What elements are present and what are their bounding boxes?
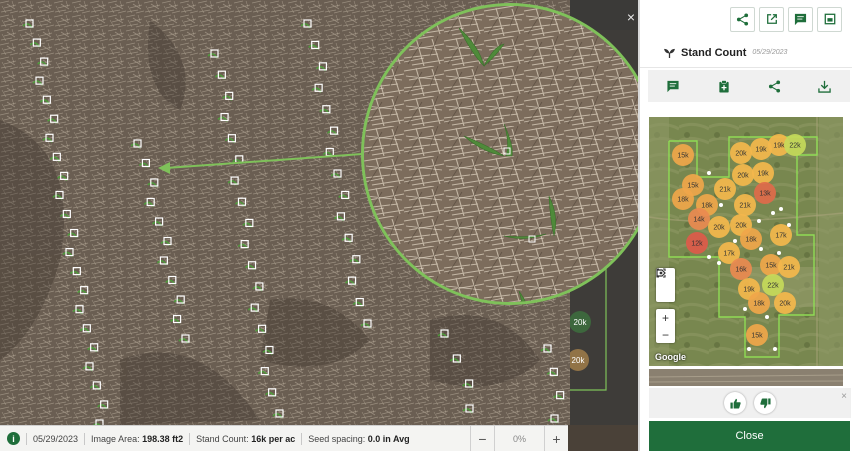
density-bubble-label: 22k (789, 143, 801, 150)
map-zoom-out-button[interactable]: − (656, 326, 675, 343)
density-bubble-label: 15k (677, 153, 689, 160)
sample-point[interactable] (707, 255, 711, 259)
stand-count-map[interactable]: 15k 20k 19k 19k 22k 20k 19k 15k 21k 13k 18k 21k 18k 2… (649, 117, 843, 366)
zoom-controls: − 0% + (470, 426, 568, 451)
strip-label: 20k (572, 356, 586, 365)
sample-point[interactable] (707, 171, 711, 175)
thumbs-down-button[interactable] (754, 392, 776, 414)
close-button[interactable]: Close (649, 421, 850, 451)
density-bubble-label: 22k (767, 283, 779, 290)
density-bubble-label: 15k (687, 183, 699, 190)
density-bubble-label: 20k (779, 301, 791, 308)
zoom-out-button[interactable]: − (470, 426, 494, 451)
info-icon[interactable]: i (7, 432, 20, 445)
thumbs-down-icon (759, 397, 771, 408)
density-bubble-label: 18k (745, 237, 757, 244)
density-bubble-label: 17k (775, 233, 787, 240)
sample-point[interactable] (787, 223, 791, 227)
map-draw-controls (656, 268, 675, 302)
panel-title-row: Stand Count 05/29/2023 (640, 38, 852, 68)
map-zoom-in-button[interactable]: + (656, 309, 675, 326)
map-zoom-controls: + − (656, 309, 675, 343)
fit-bounds-button[interactable] (656, 268, 675, 302)
strip-label: 20k (574, 318, 588, 327)
sample-point[interactable] (777, 251, 781, 255)
density-bubble-label: 13k (759, 191, 771, 198)
density-bubble-label: 19k (757, 171, 769, 178)
focus-target-icon (656, 268, 666, 278)
feedback-row: × (649, 388, 851, 418)
comment-icon (794, 13, 807, 25)
density-bubble-label: 18k (753, 301, 765, 308)
add-note-button[interactable] (712, 74, 736, 98)
sample-point[interactable] (733, 239, 737, 243)
panel-action-row (648, 70, 850, 102)
feedback-close-button[interactable]: × (841, 391, 847, 402)
open-external-icon (766, 14, 777, 24)
status-date: 05/29/2023 (26, 432, 84, 445)
density-bubble-label: 19k (755, 147, 767, 154)
download-icon (818, 80, 831, 93)
thumbs-up-button[interactable] (724, 392, 746, 414)
share-icon (736, 12, 749, 26)
density-bubble-label: 14k (693, 217, 705, 224)
app-root: 20k 20k × (0, 0, 852, 451)
sample-point[interactable] (719, 203, 723, 207)
top-toolbar (640, 0, 852, 38)
magnified-image: 13 (364, 6, 640, 302)
sprout-icon (664, 48, 675, 58)
report-icon (824, 13, 835, 25)
download-button[interactable] (813, 74, 837, 98)
density-bubble-label: 16k (735, 267, 747, 274)
status-stand-count: Stand Count: 16k per ac (189, 432, 301, 445)
status-image-area: Image Area: 198.38 ft2 (84, 432, 189, 445)
density-bubble-label: 21k (719, 187, 731, 194)
density-bubble-label: 17k (723, 251, 735, 258)
panel-title: Stand Count (681, 46, 747, 59)
density-bubble-label: 19k (743, 287, 755, 294)
density-bubble-label: 18k (701, 203, 713, 210)
sample-point[interactable] (765, 315, 769, 319)
sample-point[interactable] (757, 219, 761, 223)
share-button[interactable] (730, 6, 755, 32)
density-bubble-label: 18k (677, 197, 689, 204)
share-icon (768, 79, 780, 93)
zoom-magnifier[interactable]: 13 (361, 3, 640, 305)
zoom-in-button[interactable]: + (544, 426, 568, 451)
sample-point[interactable] (773, 347, 777, 351)
comment-button[interactable] (788, 6, 813, 32)
sample-point[interactable] (717, 261, 721, 265)
image-viewer[interactable]: 20k 20k × (0, 0, 640, 451)
sample-point[interactable] (743, 307, 747, 311)
density-bubble-label: 15k (751, 333, 763, 340)
report-button[interactable] (817, 6, 842, 32)
panel-date: 05/29/2023 (752, 49, 788, 56)
status-seed-spacing: Seed spacing: 0.0 in Avg (301, 432, 415, 445)
field-map[interactable]: 15k 20k 19k 19k 22k 20k 19k 15k 21k 13k 18k 21k 18k 2… (649, 117, 843, 366)
share-layer-button[interactable] (762, 74, 786, 98)
google-attribution: Google (655, 352, 686, 362)
density-bubble-label: 20k (737, 173, 749, 180)
sample-point[interactable] (759, 247, 763, 251)
density-bubble-label: 20k (735, 223, 747, 230)
density-bubble-label: 19k (773, 143, 785, 150)
image-strip-thumbnail[interactable] (649, 369, 843, 386)
add-comment-button[interactable] (661, 74, 685, 98)
thumbs-up-icon (729, 398, 741, 409)
density-bubble-label: 20k (735, 151, 747, 158)
density-bubble-label: 21k (739, 203, 751, 210)
density-bubble-label: 15k (765, 263, 777, 270)
clipboard-add-icon (719, 79, 729, 93)
density-bubble-label: 21k (783, 265, 795, 272)
comment-icon (667, 80, 679, 92)
image-status-bar: i 05/29/2023 Image Area: 198.38 ft2 Stan… (0, 425, 568, 451)
sample-point[interactable] (779, 207, 783, 211)
sample-point[interactable] (747, 347, 751, 351)
sample-point[interactable] (771, 211, 775, 215)
open-external-button[interactable] (759, 6, 784, 32)
density-bubble-label: 12k (691, 241, 703, 248)
density-bubble-label: 20k (713, 225, 725, 232)
zoom-level: 0% (494, 426, 544, 451)
